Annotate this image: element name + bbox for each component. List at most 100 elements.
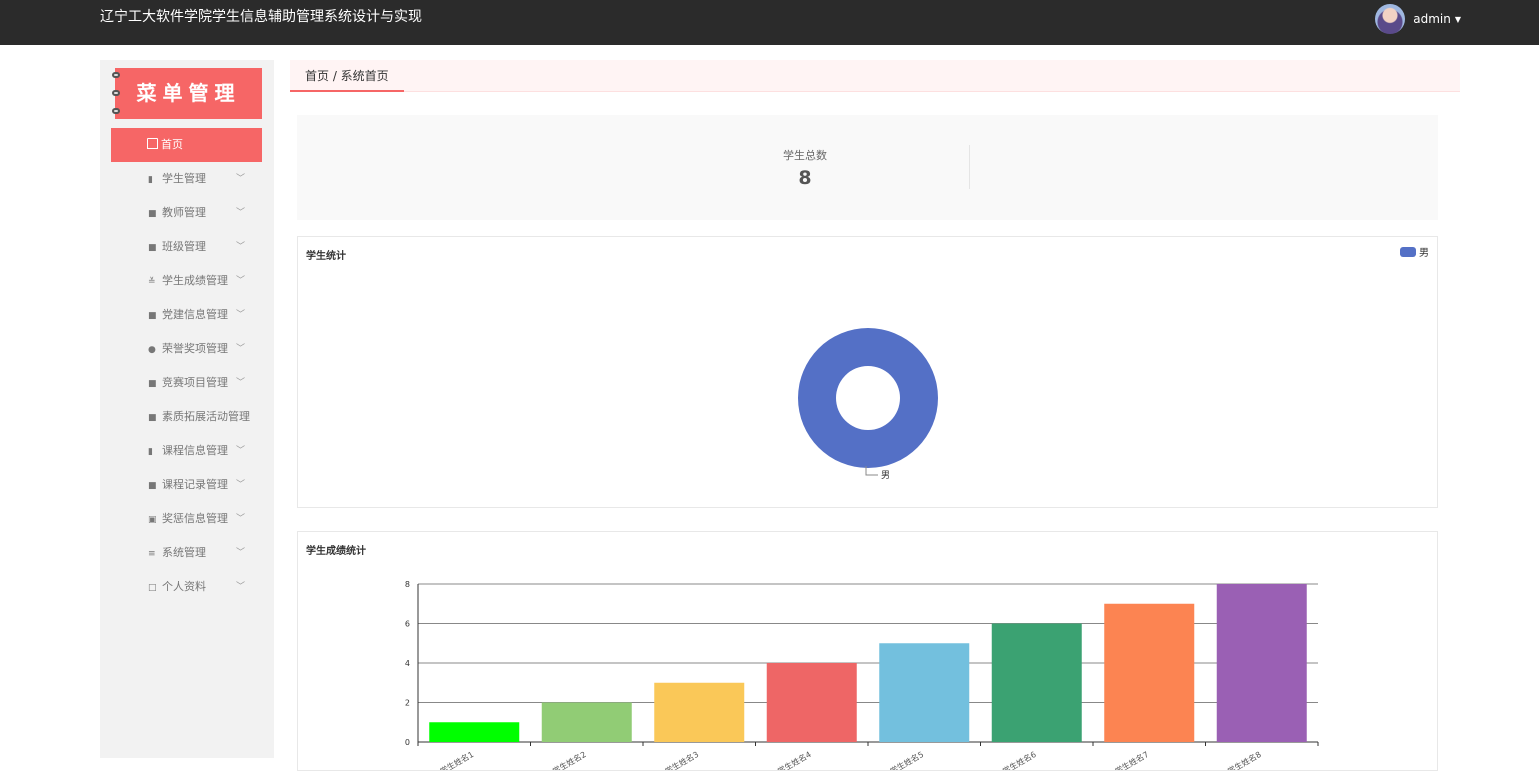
legend-swatch xyxy=(1400,246,1416,257)
grid-icon: ■ xyxy=(148,243,157,253)
bar[interactable] xyxy=(1104,603,1195,742)
bar[interactable] xyxy=(879,643,970,742)
x-tick-label: 学生姓名5 xyxy=(888,749,925,770)
pie-slice[interactable] xyxy=(798,328,938,468)
grid-icon: ■ xyxy=(148,379,157,389)
chevron-down-icon[interactable]: ﹀ xyxy=(236,196,245,230)
clipboard-icon: ▣ xyxy=(148,515,157,525)
sidebar-item[interactable]: ● 荣誉奖项管理 ﹀ xyxy=(100,332,274,366)
avatar[interactable] xyxy=(1375,4,1406,34)
breadcrumb-bar: 首页 / 系统首页 xyxy=(290,60,1460,92)
sidebar-item[interactable]: ≚ 学生成绩管理 ﹀ xyxy=(100,264,274,298)
sidebar-item-label: 个人资料 xyxy=(162,580,206,593)
sidebar-item[interactable]: ■ 竞赛项目管理 ﹀ xyxy=(100,366,274,400)
sidebar-item-label: 奖惩信息管理 xyxy=(162,512,228,525)
sidebar-item-label: 竞赛项目管理 xyxy=(162,376,228,389)
sidebar-item[interactable]: ■ 教师管理 ﹀ xyxy=(100,196,274,230)
app-title: 辽宁工大软件学院学生信息辅助管理系统设计与实现 xyxy=(100,9,422,25)
sidebar-item[interactable]: ■ 素质拓展活动管理 xyxy=(100,400,274,434)
chevron-down-icon[interactable]: ﹀ xyxy=(236,162,245,196)
pie-chart: 男 xyxy=(798,328,938,481)
y-tick-label: 6 xyxy=(405,620,410,629)
sidebar-item[interactable]: ≡ 系统管理 ﹀ xyxy=(100,536,274,570)
chart-title: 学生统计 xyxy=(306,251,346,262)
book-icon: ▮ xyxy=(148,175,153,185)
chevron-down-icon[interactable]: ﹀ xyxy=(236,502,245,536)
sidebar-item-home[interactable]: 首页 xyxy=(111,128,262,162)
chevron-down-icon[interactable]: ﹀ xyxy=(236,366,245,400)
chevron-down-icon[interactable]: ﹀ xyxy=(236,468,245,502)
x-tick-label: 学生姓名4 xyxy=(776,749,813,770)
y-tick-label: 8 xyxy=(405,580,410,589)
sidebar-item-label: 班级管理 xyxy=(162,240,206,253)
sidebar-item[interactable]: ▣ 奖惩信息管理 ﹀ xyxy=(100,502,274,536)
pin-icon: ● xyxy=(148,345,156,355)
username[interactable]: admin xyxy=(1413,12,1451,26)
sidebar-item-label: 课程记录管理 xyxy=(162,478,228,491)
chevron-down-icon[interactable]: ﹀ xyxy=(236,298,245,332)
sidebar-item-label: 党建信息管理 xyxy=(162,308,228,321)
bar[interactable] xyxy=(991,623,1082,743)
chevron-down-icon[interactable]: ﹀ xyxy=(236,332,245,366)
sidebar-item-label: 荣誉奖项管理 xyxy=(162,342,228,355)
stat-card: 学生总数 8 xyxy=(297,115,1438,220)
sliders-icon: ≚ xyxy=(148,277,156,287)
sidebar-item[interactable]: □ 个人资料 ﹀ xyxy=(100,570,274,604)
sidebar-item[interactable]: ■ 班级管理 ﹀ xyxy=(100,230,274,264)
pie-label: 男 xyxy=(881,470,890,481)
sidebar-item-label: 课程信息管理 xyxy=(162,444,228,457)
sidebar-item[interactable]: ▮ 学生管理 ﹀ xyxy=(100,162,274,196)
score-stats-panel: 学生成绩统计 0 2 4 6 8 学生姓名1 学生姓名2 学生姓名3 学生姓名4 学生姓名5 学生姓… xyxy=(297,531,1438,774)
sidebar-item-label: 学生成绩管理 xyxy=(162,274,228,287)
chevron-down-icon[interactable]: ﹀ xyxy=(236,536,245,570)
chevron-down-icon[interactable]: ﹀ xyxy=(236,570,245,604)
sidebar-item-label: 首页 xyxy=(161,138,183,151)
bar[interactable] xyxy=(541,702,632,743)
breadcrumb[interactable]: 首页 / 系统首页 xyxy=(290,60,404,92)
card-icon: □ xyxy=(148,583,157,593)
stat-value: 8 xyxy=(798,167,812,189)
bar[interactable] xyxy=(429,722,520,742)
x-tick-label: 学生姓名8 xyxy=(1226,749,1263,770)
bar[interactable] xyxy=(1216,584,1307,742)
bar[interactable] xyxy=(654,682,745,742)
bar-chart: 0 2 4 6 8 学生姓名1 学生姓名2 学生姓名3 学生姓名4 学生姓名5 学生姓名6 学生姓名7… xyxy=(405,580,1319,774)
user-menu[interactable]: admin ▼ xyxy=(1375,4,1461,34)
sidebar-item-label: 学生管理 xyxy=(162,172,206,185)
sidebar-item[interactable]: ■ 课程记录管理 ﹀ xyxy=(100,468,274,502)
student-stats-panel: 学生统计 男 男 xyxy=(297,236,1438,508)
top-bar: 辽宁工大软件学院学生信息辅助管理系统设计与实现 admin ▼ xyxy=(0,0,1539,45)
x-tick-label: 学生姓名3 xyxy=(663,749,700,770)
caret-down-icon[interactable]: ▼ xyxy=(1455,15,1461,24)
menu-banner: 菜单管理 xyxy=(112,68,262,119)
x-tick-label: 学生姓名7 xyxy=(1113,749,1150,770)
sidebar-item-label: 教师管理 xyxy=(162,206,206,219)
stat-label: 学生总数 xyxy=(783,149,827,162)
chevron-down-icon[interactable]: ﹀ xyxy=(236,230,245,264)
stat-divider xyxy=(969,145,970,189)
x-tick-label: 学生姓名6 xyxy=(1001,749,1038,770)
grid-icon: ■ xyxy=(148,209,157,219)
grid-icon: ■ xyxy=(148,481,157,491)
sidebar-item[interactable]: ▮ 课程信息管理 ﹀ xyxy=(100,434,274,468)
y-tick-label: 4 xyxy=(405,659,410,668)
chart-legend[interactable]: 男 xyxy=(1400,244,1429,259)
legend-label: 男 xyxy=(1419,248,1429,259)
y-tick-label: 0 xyxy=(405,738,410,747)
home-icon xyxy=(147,138,158,149)
sidebar-item[interactable]: ■ 党建信息管理 ﹀ xyxy=(100,298,274,332)
grid-icon: ■ xyxy=(148,311,157,321)
menu-icon: ≡ xyxy=(148,549,156,559)
sidebar: 菜单管理 首页 ▮ 学生管理 ﹀ ■ 教师管理 ﹀ ■ 班级管理 ﹀ ≚ 学生成绩管理 ﹀ ■ 党建信息管… xyxy=(100,60,274,758)
chevron-down-icon[interactable]: ﹀ xyxy=(236,434,245,468)
chevron-down-icon[interactable]: ﹀ xyxy=(236,264,245,298)
bar-chart-icon: ▮ xyxy=(148,447,153,457)
x-tick-label: 学生姓名2 xyxy=(551,749,588,770)
sidebar-item-label: 素质拓展活动管理 xyxy=(162,410,250,423)
grid-icon: ■ xyxy=(148,413,157,423)
sidebar-item-label: 系统管理 xyxy=(162,546,206,559)
x-tick-label: 学生姓名1 xyxy=(438,749,475,770)
bar[interactable] xyxy=(766,663,857,742)
y-tick-label: 2 xyxy=(405,699,410,708)
menu-banner-text: 菜单管理 xyxy=(136,81,241,105)
